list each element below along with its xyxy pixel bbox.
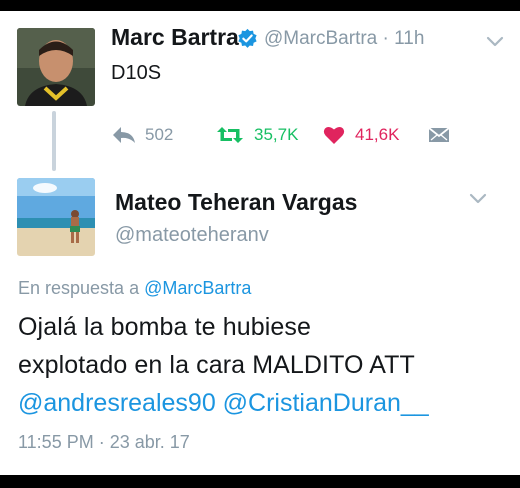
retweet-count: 35,7K — [254, 125, 299, 144]
avatar-mateo-teheran[interactable] — [17, 178, 95, 256]
author-handle-line: @MarcBartra · 11h — [264, 28, 424, 50]
mention-andresreales90[interactable]: @andresreales90 — [18, 389, 216, 417]
reply-author-name[interactable]: Mateo Teheran Vargas — [115, 189, 357, 216]
tweet-time[interactable]: 11h — [394, 28, 424, 49]
reply-author-handle[interactable]: @mateoteheranv — [115, 224, 269, 247]
top-bar — [0, 0, 520, 11]
reply-context: En respuesta a @MarcBartra — [18, 278, 251, 299]
retweet-action[interactable]: 35,7K — [216, 122, 298, 148]
envelope-icon — [428, 127, 450, 142]
thread-connector-line — [52, 111, 56, 171]
author-handle[interactable]: @MarcBartra — [264, 28, 377, 49]
tweet-text: D10S — [111, 62, 162, 84]
reply-mentions: @andresreales90 @CristianDuran__ — [18, 389, 429, 418]
avatar-marc-bartra[interactable] — [17, 28, 95, 106]
avatar-mateo-teheran-image — [17, 178, 95, 256]
author-name[interactable]: Marc Bartra — [111, 24, 239, 51]
reply-context-label: En respuesta a — [18, 278, 140, 298]
verified-badge-icon — [238, 28, 257, 48]
reply-context-handle[interactable]: @MarcBartra — [144, 278, 251, 298]
direct-message-action[interactable] — [428, 122, 450, 148]
reply-action[interactable]: 502 — [111, 122, 173, 148]
reply-timestamp[interactable]: 11:55 PM · 23 abr. 17 — [18, 432, 190, 453]
reply-text-line-2: explotado en la cara MALDITO ATT — [18, 351, 415, 379]
retweet-icon — [217, 127, 243, 143]
chevron-down-icon-reply[interactable] — [468, 192, 488, 206]
chevron-down-icon[interactable] — [485, 35, 505, 49]
like-count: 41,6K — [355, 125, 400, 144]
reply-count: 502 — [145, 125, 174, 144]
reply-text-line-1: Ojalá la bomba te hubiese — [18, 313, 311, 341]
mention-cristianduran[interactable]: @CristianDuran__ — [223, 389, 429, 417]
tweet-card: Marc Bartra @MarcBartra · 11h D10S 502 3… — [0, 0, 520, 475]
reply-icon — [113, 127, 135, 143]
avatar-marc-bartra-image — [17, 28, 95, 106]
separator-dot: · — [382, 28, 389, 49]
heart-icon — [323, 126, 345, 144]
like-action[interactable]: 41,6K — [323, 122, 399, 148]
